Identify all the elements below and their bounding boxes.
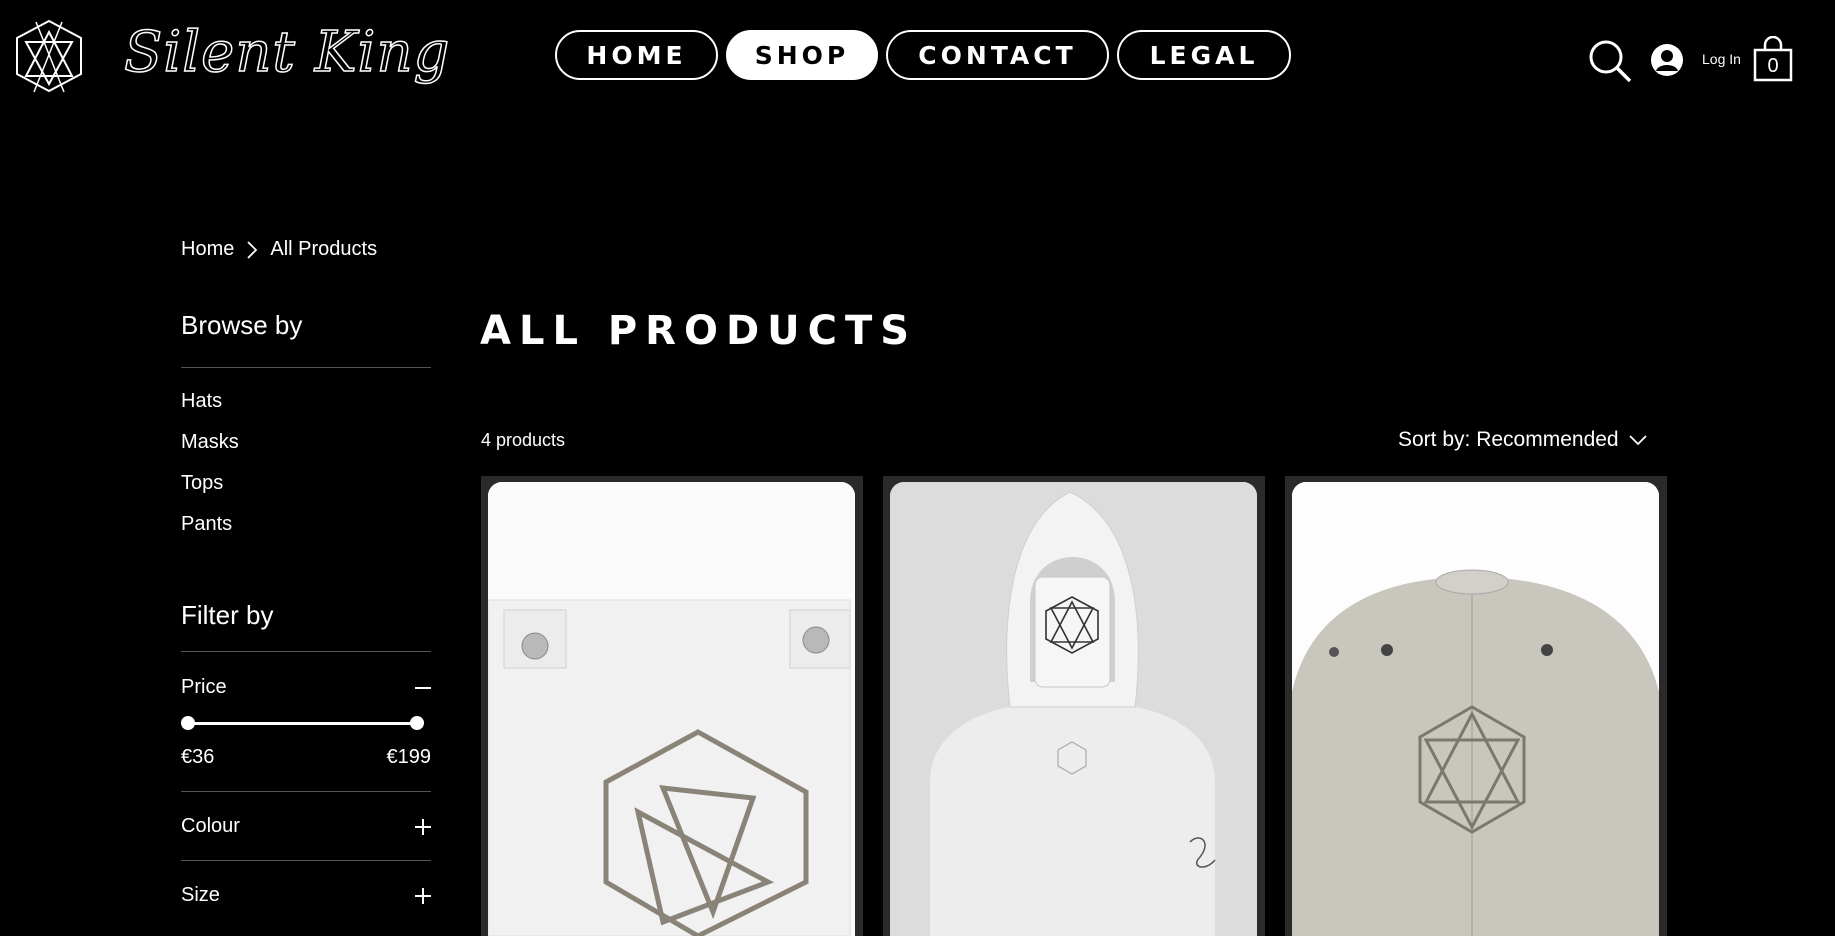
price-slider-min-handle[interactable]: [181, 716, 195, 730]
sort-label[interactable]: Sort by: Recommended: [1398, 428, 1619, 452]
product-card[interactable]: [481, 476, 863, 936]
product-card[interactable]: [883, 476, 1265, 936]
price-max: €199: [386, 746, 432, 768]
sidebar: Browse by Hats Masks Tops Pants Filter b…: [181, 310, 431, 906]
breadcrumb-home[interactable]: Home: [181, 238, 234, 261]
nav-home-button[interactable]: HOME: [555, 30, 718, 80]
product-count: 4 products: [481, 430, 566, 450]
logo-mark-icon[interactable]: [12, 18, 86, 94]
search-icon[interactable]: [1587, 38, 1633, 84]
brand-name[interactable]: Silent King: [123, 19, 450, 86]
expand-icon[interactable]: [415, 818, 431, 835]
avatar-icon[interactable]: [1650, 43, 1684, 77]
price-label: Price: [181, 676, 227, 698]
product-image[interactable]: [1292, 482, 1659, 936]
price-min: €36: [181, 746, 215, 768]
price-filter-header[interactable]: Price: [181, 676, 431, 699]
collapse-icon[interactable]: [415, 680, 431, 696]
breadcrumb-current: All Products: [270, 238, 378, 260]
main-nav: HOME SHOP CONTACT LEGAL: [555, 30, 1291, 80]
chevron-right-icon: [247, 240, 258, 259]
product-card[interactable]: [1285, 476, 1667, 936]
sort-dropdown[interactable]: Sort by: Recommended: [1398, 428, 1647, 452]
chevron-down-icon[interactable]: [1628, 434, 1647, 446]
price-slider-max-handle[interactable]: [410, 716, 424, 730]
category-hats[interactable]: Hats: [181, 390, 222, 413]
divider: [181, 651, 431, 652]
site-header: Silent King HOME SHOP CONTACT LEGAL Log …: [0, 0, 1835, 120]
nav-legal-button[interactable]: LEGAL: [1117, 30, 1291, 80]
size-label: Size: [181, 884, 220, 906]
product-image[interactable]: [488, 482, 855, 936]
divider: [181, 860, 431, 861]
hoodie-illustration: [890, 482, 1257, 936]
category-masks[interactable]: Masks: [181, 431, 239, 454]
divider: [181, 791, 431, 792]
size-filter-header[interactable]: Size: [181, 884, 431, 907]
page-title: ALL PRODUCTS: [480, 308, 918, 354]
colour-label: Colour: [181, 815, 240, 837]
price-slider-track[interactable]: [188, 722, 418, 725]
cart-count: 0: [1767, 55, 1779, 77]
divider: [181, 367, 431, 368]
colour-filter-header[interactable]: Colour: [181, 815, 431, 838]
category-pants[interactable]: Pants: [181, 513, 232, 536]
cap-illustration: [1292, 482, 1659, 936]
browse-heading: Browse by: [181, 310, 303, 340]
mask-illustration: [488, 482, 855, 936]
expand-icon[interactable]: [415, 887, 431, 904]
breadcrumb: Home All Products: [181, 238, 377, 261]
price-range-values: €36 €199: [181, 746, 431, 769]
login-link[interactable]: Log In: [1702, 51, 1741, 67]
category-tops[interactable]: Tops: [181, 472, 223, 495]
nav-shop-button[interactable]: SHOP: [726, 30, 878, 80]
filter-heading: Filter by: [181, 600, 274, 630]
product-image[interactable]: [890, 482, 1257, 936]
nav-contact-button[interactable]: CONTACT: [886, 30, 1109, 80]
